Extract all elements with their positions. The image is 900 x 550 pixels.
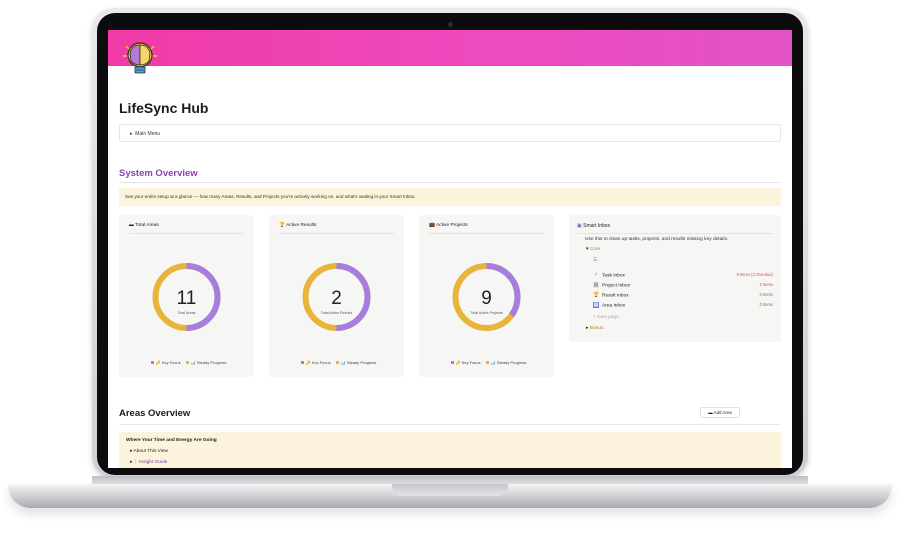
areas-callout-title: Where Your Time and Energy Are Going (126, 438, 217, 443)
chart-legend: 🔑 Key Focus 📊 Steady Progress (419, 360, 554, 365)
donut-caption: Total Areas (178, 311, 196, 315)
insight-guide-toggle[interactable]: ▸ ❘ Insight Guide (130, 460, 167, 465)
lightbulb-brain-icon (123, 42, 157, 74)
main-menu-label: Main Menu (135, 131, 161, 137)
grid-icon: ▦ (593, 302, 599, 308)
chart-icon: 📊 (490, 360, 496, 365)
legend-swatch-steady (335, 361, 339, 365)
legend-swatch-steady (185, 361, 189, 365)
inbox-count: 2 Items (759, 282, 773, 287)
donut-chart: 11 Total Areas (152, 263, 221, 331)
key-icon: 🔑 (155, 360, 161, 365)
chart-legend: 🔑 Key Focus 📊 Steady Progress (269, 360, 404, 365)
triangle-right-icon: ▸ (130, 460, 133, 465)
app-screen: LifeSync Hub ▸ Main Menu System Overview… (108, 30, 792, 468)
inbox-row-project[interactable]: ▤ Project Inbox 2 Items (593, 282, 773, 290)
triangle-down-icon: ▾ (586, 247, 589, 252)
legend-swatch-key-focus (150, 361, 154, 365)
donut-value: 11 (177, 288, 197, 309)
smart-inbox-title: ▣ Smart Inbox (577, 223, 611, 229)
inbox-row-result[interactable]: 🏆 Result Inbox 0 Items (593, 292, 773, 300)
divider (119, 424, 781, 425)
legend-swatch-steady (485, 361, 489, 365)
add-area-button[interactable]: ▬ Add Area (700, 407, 740, 418)
inbox-count: 0 Items (759, 292, 773, 297)
donut-chart: 2 Total Active Results (302, 263, 371, 331)
legend-swatch-key-focus (300, 361, 304, 365)
chart-icon: 📊 (340, 360, 346, 365)
donut-value: 2 (331, 288, 342, 309)
donut-caption: Total Active Results (321, 311, 352, 315)
list-icon: ☰ (593, 258, 598, 263)
doc-icon: ▤ (593, 282, 599, 288)
about-toggle[interactable]: ▸ About This View (130, 449, 168, 454)
stat-card-active-results[interactable]: 🏆 Active Results 2 Total Active Results … (269, 215, 404, 377)
inbox-icon: ▣ (577, 223, 582, 229)
key-icon: 🔑 (305, 360, 311, 365)
inbox-count: 0 Items (759, 302, 773, 307)
divider (577, 233, 773, 234)
bonus-toggle[interactable]: ▸ Bonus (586, 326, 603, 331)
areas-callout: Where Your Time and Energy Are Going ▸ A… (119, 432, 781, 468)
pin-icon: ❘ (133, 460, 138, 465)
plus-icon: + (593, 315, 596, 320)
legend-swatch-key-focus (450, 361, 454, 365)
system-overview-heading: System Overview (119, 168, 198, 179)
donut-chart: 9 Total Active Projects (452, 263, 521, 331)
folder-icon: ▬ (708, 410, 713, 415)
triangle-right-icon: ▸ (130, 449, 133, 454)
stat-card-active-projects[interactable]: 💼 Active Projects 9 Total Active Project… (419, 215, 554, 377)
donut-caption: Total Active Projects (470, 311, 502, 315)
smart-inbox-panel: ▣ Smart Inbox Use this to clean up tasks… (569, 215, 781, 342)
inbox-row-task[interactable]: ✓ Task Inbox 6 Items (3 Overdue) (593, 272, 773, 280)
new-page-button[interactable]: + New page (593, 315, 619, 320)
triangle-right-icon: ▸ (130, 131, 133, 137)
system-overview-callout: See your entire setup at a glance — how … (119, 188, 781, 206)
laptop-notch (392, 484, 508, 496)
key-icon: 🔑 (455, 360, 461, 365)
trophy-icon: 🏆 (593, 292, 600, 298)
donut-value: 9 (481, 288, 492, 309)
inbox-count: 6 Items (3 Overdue) (736, 272, 773, 277)
smart-inbox-description: Use this to clean up tasks, projects, an… (585, 237, 729, 242)
main-menu-toggle[interactable]: ▸ Main Menu (119, 124, 781, 142)
chart-legend: 🔑 Key Focus 📊 Steady Progress (119, 360, 254, 365)
divider (119, 182, 781, 183)
laptop-mockup: LifeSync Hub ▸ Main Menu System Overview… (0, 0, 900, 550)
stat-card-total-areas[interactable]: ▬ Total Areas 11 Total Areas 🔑 Key Focus… (119, 215, 254, 377)
camera-icon (448, 22, 453, 27)
triangle-right-icon: ▸ (586, 326, 589, 331)
areas-overview-heading: Areas Overview (119, 408, 191, 419)
check-icon: ✓ (593, 272, 599, 278)
chart-icon: 📊 (190, 360, 196, 365)
cover-banner (108, 30, 792, 66)
page-title: LifeSync Hub (119, 100, 209, 116)
inbox-row-area[interactable]: ▦ Area Inbox 0 Items (593, 302, 773, 310)
core-toggle[interactable]: ▾ Core (586, 247, 600, 252)
